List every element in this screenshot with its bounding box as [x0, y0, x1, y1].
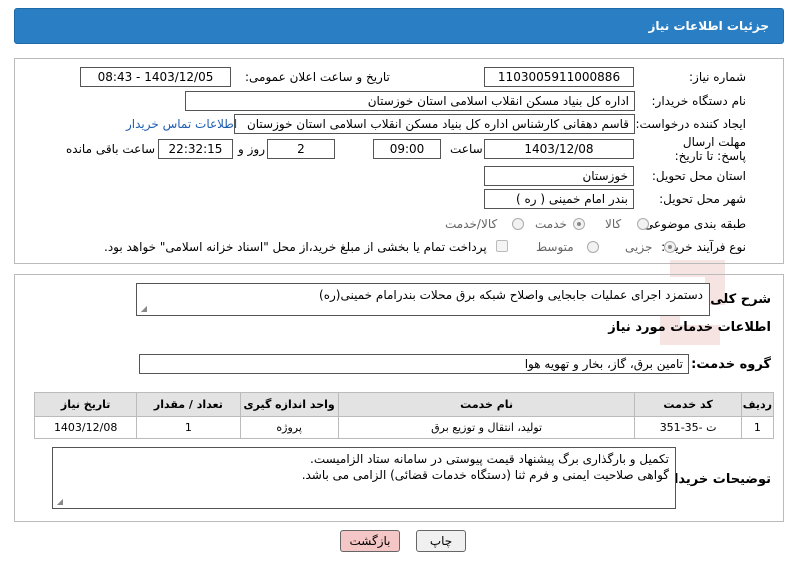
cell-row: 1: [740, 416, 775, 439]
back-button[interactable]: بازگشت: [340, 530, 400, 552]
days-word: روز و: [238, 142, 265, 156]
deadline-date-field: 1403/12/08: [484, 139, 634, 159]
category-goods-service-radio[interactable]: [512, 218, 524, 230]
window-title: جزئیات اطلاعات نیاز: [648, 19, 769, 33]
province-field: خوزستان: [484, 166, 634, 186]
table-header-row: ردیف کد خدمت نام خدمت واحد اندازه گیری ت…: [33, 392, 775, 417]
category-service-radio[interactable]: [573, 218, 585, 230]
treasury-payment-checkbox[interactable]: [496, 240, 508, 252]
remaining-days-field: 2: [267, 139, 335, 159]
buyer-notes-field: تکمیل و بارگذاری برگ پیشنهاد قیمت پیوستی…: [52, 447, 676, 509]
window-title-bar: جزئیات اطلاعات نیاز: [14, 8, 784, 44]
col-code-header: کد خدمت: [634, 392, 742, 417]
cell-name: تولید، انتقال و توزیع برق: [337, 416, 636, 439]
cell-date: 1403/12/08: [33, 416, 138, 439]
city-field: بندر امام خمینی ( ره ): [484, 189, 634, 209]
general-description-field: دستمزد اجرای عملیات جابجایی واصلاح شبکه …: [136, 283, 710, 316]
buyer-notes-label: توضیحات خریدار:: [661, 472, 771, 487]
remaining-time-label: ساعت باقی مانده: [66, 142, 156, 156]
buyer-notes-line-1: تکمیل و بارگذاری برگ پیشنهاد قیمت پیوستی…: [310, 452, 669, 466]
need-number-field: 1103005911000886: [484, 67, 634, 87]
general-description-text: دستمزد اجرای عملیات جابجایی واصلاح شبکه …: [319, 288, 703, 302]
process-minor-radio[interactable]: [664, 241, 676, 253]
process-minor-label: جزیی: [625, 240, 653, 254]
col-name-header: نام خدمت: [337, 392, 636, 417]
remaining-time-field: 22:32:15: [158, 139, 233, 159]
col-qty-header: تعداد / مقدار: [136, 392, 241, 417]
services-table: ردیف کد خدمت نام خدمت واحد اندازه گیری ت…: [33, 392, 775, 439]
need-number-label: شماره نیاز:: [689, 70, 746, 84]
category-goods-radio[interactable]: [637, 218, 649, 230]
city-label: شهر محل تحویل:: [659, 192, 746, 206]
process-medium-radio[interactable]: [587, 241, 599, 253]
deadline-label: مهلت ارسال پاسخ: تا تاریخ:: [674, 135, 746, 163]
resize-grip-icon: ◢: [140, 304, 147, 313]
province-label: استان محل تحویل:: [651, 169, 746, 183]
services-section-title: اطلاعات خدمات مورد نیاز: [608, 320, 771, 335]
col-unit-header: واحد اندازه گیری: [239, 392, 339, 417]
resize-grip-icon: ◢: [56, 497, 63, 506]
service-group-field: تامین برق، گاز، بخار و تهویه هوا: [139, 354, 689, 374]
announce-datetime-label: تاریخ و ساعت اعلان عمومی:: [245, 70, 390, 84]
creator-label: ایجاد کننده درخواست:: [635, 117, 746, 131]
category-service-label: خدمت: [535, 217, 567, 231]
cell-qty: 1: [136, 416, 241, 439]
buyer-org-field: اداره کل بنیاد مسکن انقلاب اسلامی استان …: [185, 91, 635, 111]
category-goods-label: کالا: [605, 217, 622, 231]
print-button[interactable]: چاپ: [416, 530, 466, 552]
deadline-time-word: ساعت: [450, 142, 483, 156]
col-date-header: تاریخ نیاز: [33, 392, 138, 417]
buyer-contact-link[interactable]: اطلاعات تماس خریدار: [126, 117, 237, 131]
process-medium-label: متوسط: [536, 240, 574, 254]
buyer-org-label: نام دستگاه خریدار:: [651, 94, 747, 108]
table-row: 1 ت -35-351 تولید، انتقال و توزیع برق پر…: [33, 416, 775, 439]
col-row-header: ردیف: [740, 392, 775, 417]
deadline-time-field: 09:00: [373, 139, 441, 159]
announce-datetime-field: 1403/12/05 - 08:43: [80, 67, 231, 87]
creator-field: قاسم دهقانی کارشناس اداره کل بنیاد مسکن …: [234, 114, 635, 134]
treasury-payment-note: پرداخت تمام یا بخشی از مبلغ خرید،از محل …: [104, 240, 487, 254]
service-group-label: گروه خدمت:: [691, 357, 771, 372]
category-goods-service-label: کالا/خدمت: [445, 217, 498, 231]
category-label: طبقه بندی موضوعی:: [639, 217, 746, 231]
cell-unit: پروژه: [239, 416, 339, 439]
buyer-notes-line-2: گواهی صلاحیت ایمنی و فرم ثنا (دستگاه خدم…: [301, 468, 669, 482]
cell-code: ت -35-351: [634, 416, 742, 439]
